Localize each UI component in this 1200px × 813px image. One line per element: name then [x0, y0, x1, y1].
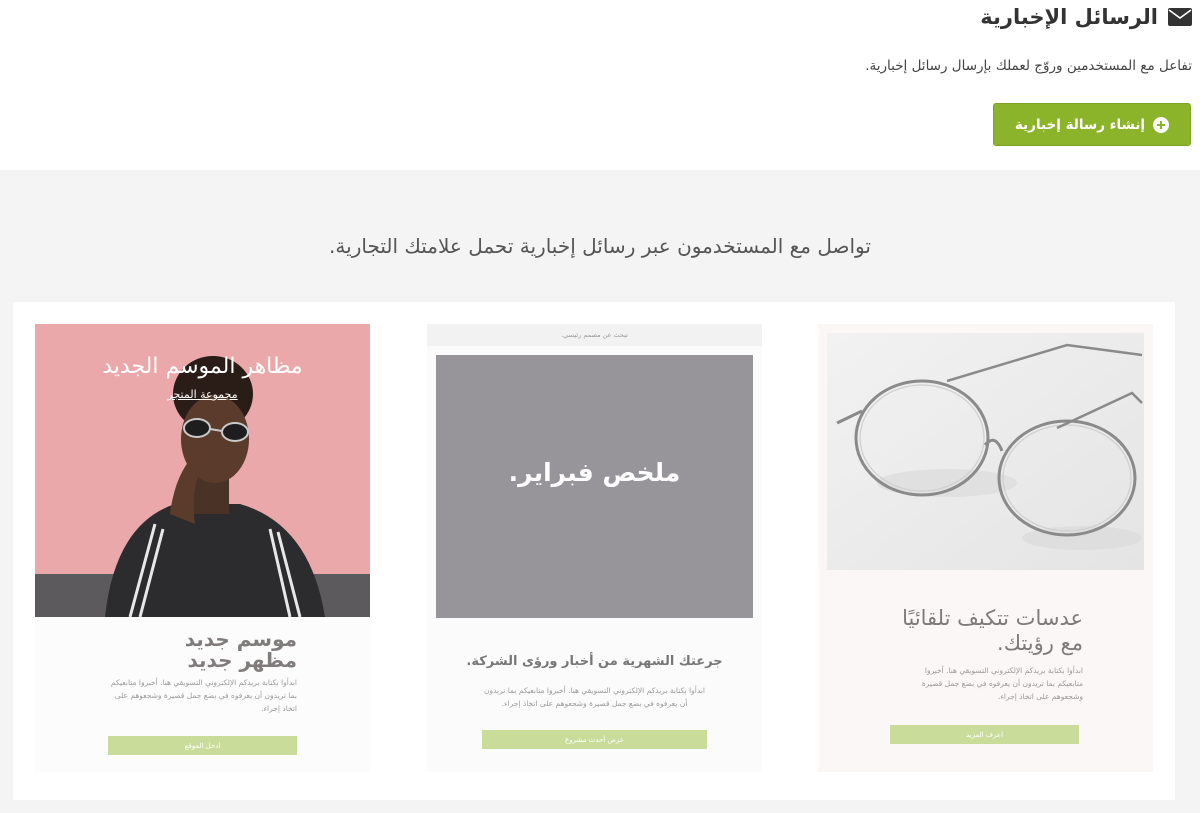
- glasses-image: [827, 333, 1144, 570]
- card-image: ملخص فبراير.: [436, 355, 753, 618]
- page-title-text: الرسائل الإخبارية: [980, 5, 1158, 29]
- card-title: جرعتك الشهرية من أخبار ورؤى الشركة.: [466, 654, 723, 669]
- card-body: ابدأوا بكتابة بريدكم الإلكتروني التسويقي…: [921, 666, 1083, 702]
- template-card-new-season[interactable]: مظاهر الموسم الجديد مجموعة المتجر موسم ج…: [35, 324, 370, 772]
- card-image-title: مظاهر الموسم الجديد: [102, 354, 303, 379]
- page-subtitle: تفاعل مع المستخدمين وروّج لعملك بإرسال ر…: [865, 58, 1192, 74]
- visit-site-button[interactable]: ادخل الموقع: [108, 736, 297, 755]
- view-latest-project-button[interactable]: عرض أحدث مشروع: [482, 730, 707, 749]
- card-body: ابدأوا بكتابة بريدكم الإلكتروني التسويقي…: [110, 678, 297, 714]
- card-title: موسم جديد مظهر جديد: [184, 627, 297, 672]
- templates-panel: عدسات تتكيف تلقائيًا مع رؤيتك. ابدأوا بك…: [13, 302, 1175, 800]
- newsletters-header: الرسائل الإخبارية تفاعل مع المستخدمين ور…: [0, 0, 1200, 170]
- envelope-icon: [1168, 8, 1192, 26]
- card-image-text: ملخص فبراير.: [508, 458, 681, 487]
- template-card-lenses[interactable]: عدسات تتكيف تلقائيًا مع رؤيتك. ابدأوا بك…: [818, 324, 1153, 772]
- glasses-illustration: [827, 333, 1144, 570]
- create-newsletter-label: إنشاء رسالة إخبارية: [1014, 116, 1146, 133]
- learn-more-button[interactable]: اعرف المزيد: [890, 725, 1079, 744]
- card-body: ابدأوا بكتابة بريدكم الإلكتروني التسويقي…: [483, 686, 705, 709]
- gallery-heading: تواصل مع المستخدمون عبر رسائل إخبارية تح…: [329, 234, 871, 258]
- create-newsletter-button[interactable]: إنشاء رسالة إخبارية: [993, 103, 1191, 146]
- shop-collection-link[interactable]: مجموعة المتجر: [35, 388, 370, 401]
- template-card-monthly-news[interactable]: تبحث عن مصمم رئيسي. ملخص فبراير. جرعتك ا…: [427, 324, 762, 772]
- plus-circle-icon: [1153, 116, 1170, 133]
- card-top-bar: تبحث عن مصمم رئيسي.: [427, 324, 762, 346]
- card-title: عدسات تتكيف تلقائيًا مع رؤيتك.: [902, 606, 1083, 656]
- page-title: الرسائل الإخبارية: [980, 4, 1192, 30]
- template-gallery: تواصل مع المستخدمون عبر رسائل إخبارية تح…: [0, 170, 1200, 813]
